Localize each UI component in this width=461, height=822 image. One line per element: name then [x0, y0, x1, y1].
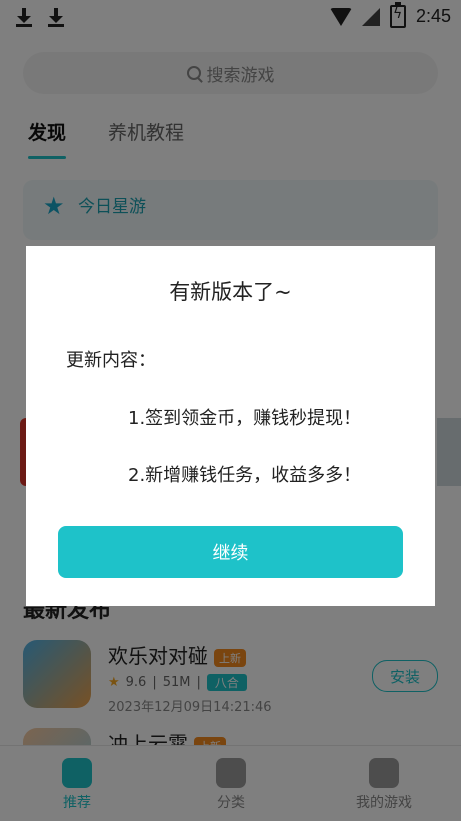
dialog-title: 有新版本了~: [169, 280, 292, 304]
update-line: 2.新增赚钱任务，收益多多！: [128, 465, 362, 486]
update-content-heading: 更新内容：: [66, 350, 156, 371]
update-dialog: 有新版本了~ 更新内容： 1.签到领金币，赚钱秒提现！ 2.新增赚钱任务，收益多…: [26, 246, 435, 606]
update-line: 1.签到领金币，赚钱秒提现！: [128, 408, 362, 429]
continue-button[interactable]: 继续: [58, 526, 403, 578]
